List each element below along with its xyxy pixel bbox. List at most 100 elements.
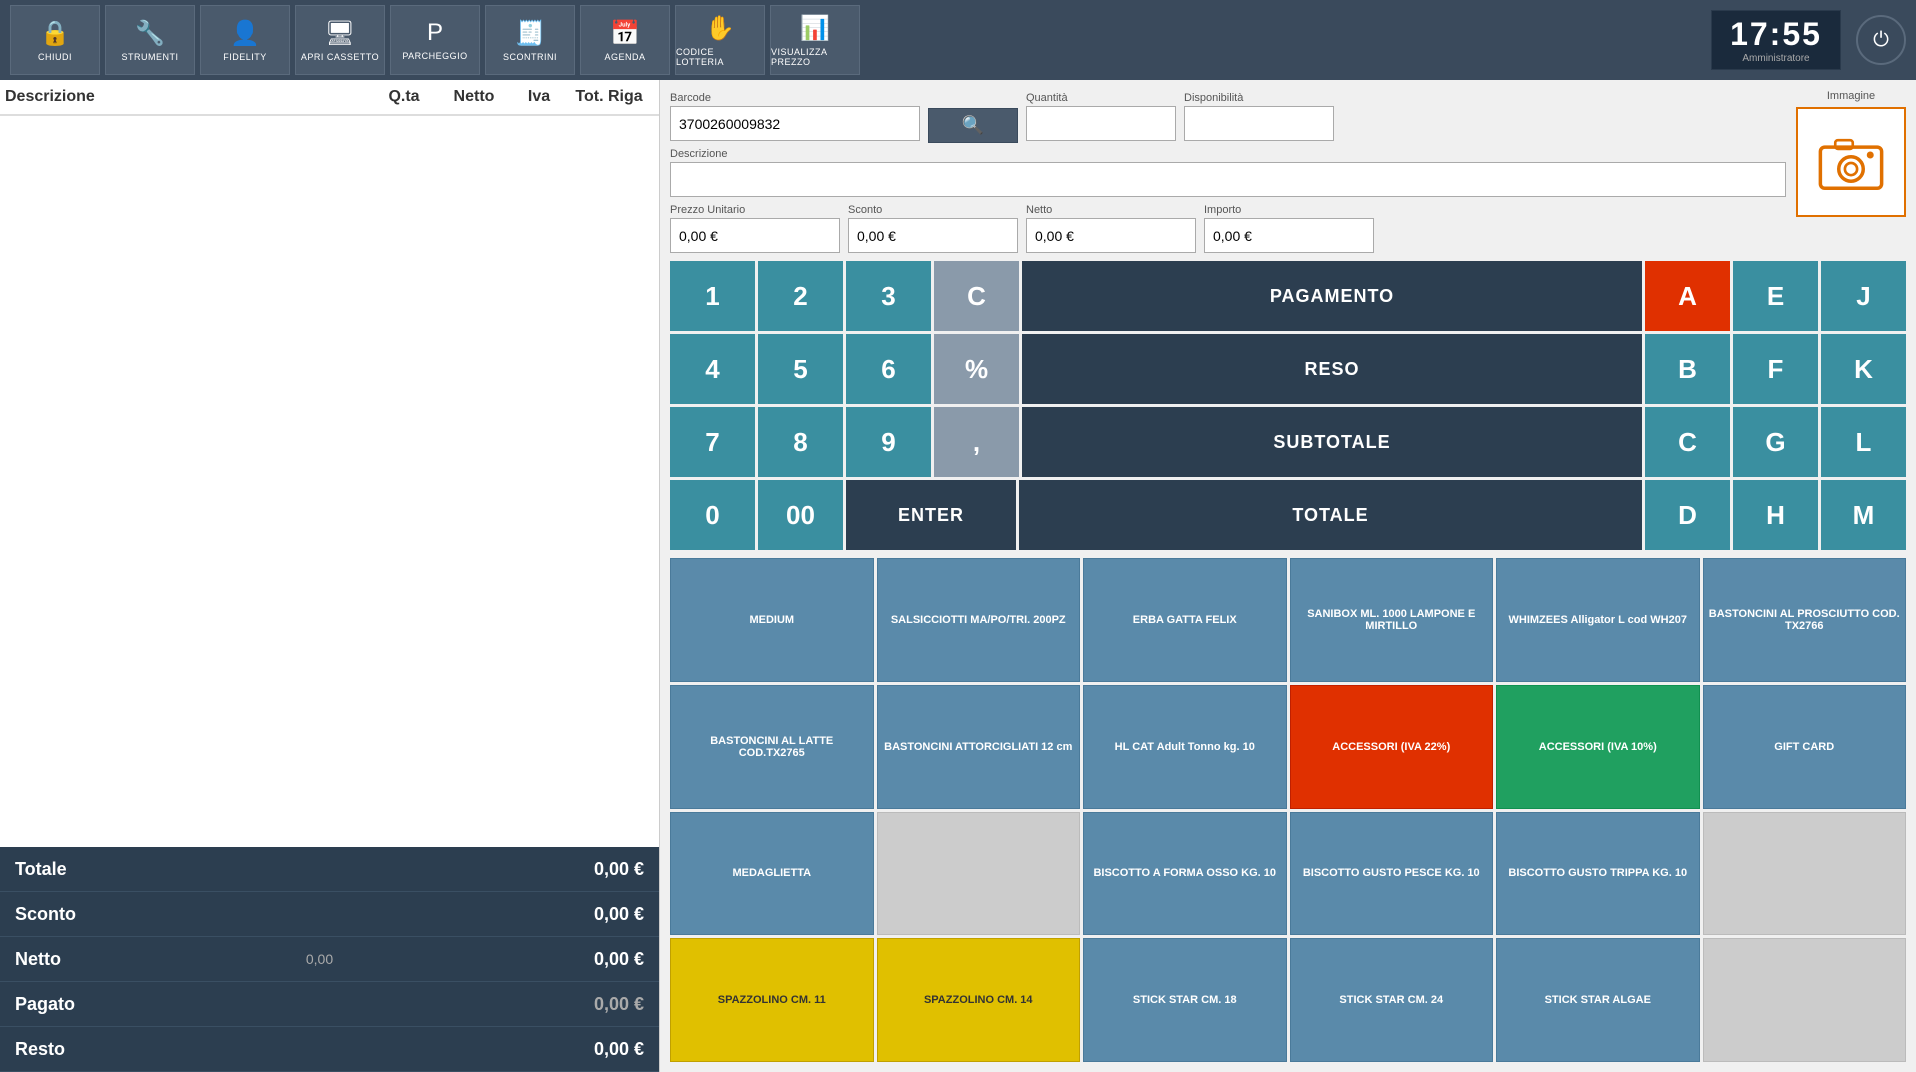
toolbar-btn-strumenti[interactable]: 🔧STRUMENTI <box>105 5 195 75</box>
key-totale[interactable]: TOTALE <box>1019 480 1642 550</box>
camera-area[interactable] <box>1796 107 1906 217</box>
key-f[interactable]: F <box>1733 334 1818 404</box>
chiudi-label: CHIUDI <box>38 52 72 62</box>
key-2[interactable]: 2 <box>758 261 843 331</box>
product-btn-11[interactable]: GIFT CARD <box>1703 685 1907 809</box>
key-h[interactable]: H <box>1733 480 1818 550</box>
sconto-input[interactable] <box>848 218 1018 253</box>
key-j[interactable]: J <box>1821 261 1906 331</box>
total-label-4: Resto <box>15 1039 115 1060</box>
product-btn-2[interactable]: ERBA GATTA FELIX <box>1083 558 1287 682</box>
disp-input[interactable] <box>1184 106 1334 141</box>
total-value-3: 0,00 € <box>524 994 644 1015</box>
desc-input[interactable] <box>670 162 1786 197</box>
keypad-area: 1 2 3 C PAGAMENTO A E J 4 5 6 % RESO B F… <box>670 261 1906 550</box>
key-3[interactable]: 3 <box>846 261 931 331</box>
toolbar-btn-visualizza-prezzo[interactable]: 📊 VISUALIZZA PREZZO <box>770 5 860 75</box>
key-00[interactable]: 00 <box>758 480 843 550</box>
toolbar-btn-chiudi[interactable]: 🔒CHIUDI <box>10 5 100 75</box>
product-btn-17 <box>1703 812 1907 936</box>
product-btn-6[interactable]: BASTONCINI AL LATTE COD.TX2765 <box>670 685 874 809</box>
product-btn-12[interactable]: MEDAGLIETTA <box>670 812 874 936</box>
key-0[interactable]: 0 <box>670 480 755 550</box>
prezzo-label: Prezzo Unitario <box>670 204 840 216</box>
product-btn-10[interactable]: ACCESSORI (IVA 10%) <box>1496 685 1700 809</box>
netto-input[interactable] <box>1026 218 1196 253</box>
product-btn-0[interactable]: MEDIUM <box>670 558 874 682</box>
key-6[interactable]: 6 <box>846 334 931 404</box>
key-4[interactable]: 4 <box>670 334 755 404</box>
key-c2[interactable]: C <box>1645 407 1730 477</box>
parcheggio-icon: P <box>427 19 443 47</box>
key-percent[interactable]: % <box>934 334 1019 404</box>
immagine-label: Immagine <box>1827 90 1875 102</box>
key-k[interactable]: K <box>1821 334 1906 404</box>
totals-section: Totale 0,00 € Sconto 0,00 € Netto 0,00 0… <box>0 847 659 1072</box>
total-value-0: 0,00 € <box>524 859 644 880</box>
toolbar-btn-codice-lotteria[interactable]: ✋CODICE LOTTERIA <box>675 5 765 75</box>
key-g[interactable]: G <box>1733 407 1818 477</box>
key-l[interactable]: L <box>1821 407 1906 477</box>
barcode-row1: Barcode 🔍 Quantità Disponibilità <box>670 90 1786 143</box>
keypad-row4: 0 00 ENTER TOTALE D H M <box>670 480 1906 550</box>
key-7[interactable]: 7 <box>670 407 755 477</box>
product-btn-15[interactable]: BISCOTTO GUSTO PESCE KG. 10 <box>1290 812 1494 936</box>
key-comma[interactable]: , <box>934 407 1019 477</box>
total-row-resto: Resto 0,00 € <box>0 1027 659 1072</box>
right-panel: Barcode 🔍 Quantità Disponibilità Descriz… <box>660 80 1916 1072</box>
key-a[interactable]: A <box>1645 261 1730 331</box>
fidelity-icon: 👤 <box>230 19 260 48</box>
products-grid: MEDIUMSALSICCIOTTI MA/PO/TRI. 200PZERBA … <box>670 558 1906 1062</box>
table-body <box>0 116 659 847</box>
table-header: Descrizione Q.ta Netto Iva Tot. Riga <box>0 80 659 116</box>
barcode-scan-button[interactable]: 🔍 <box>928 108 1018 143</box>
codice-lotteria-icon: ✋ <box>705 14 735 43</box>
product-btn-14[interactable]: BISCOTTO A FORMA OSSO KG. 10 <box>1083 812 1287 936</box>
product-btn-20[interactable]: STICK STAR CM. 18 <box>1083 938 1287 1062</box>
key-c[interactable]: C <box>934 261 1019 331</box>
prezzo-input[interactable] <box>670 218 840 253</box>
product-btn-3[interactable]: SANIBOX ML. 1000 LAMPONE E MIRTILLO <box>1290 558 1494 682</box>
key-d[interactable]: D <box>1645 480 1730 550</box>
product-btn-4[interactable]: WHIMZEES Alligator L cod WH207 <box>1496 558 1700 682</box>
product-btn-19[interactable]: SPAZZOLINO CM. 14 <box>877 938 1081 1062</box>
key-b[interactable]: B <box>1645 334 1730 404</box>
key-8[interactable]: 8 <box>758 407 843 477</box>
visualizza-prezzo-icon: 📊 <box>800 14 830 43</box>
product-btn-7[interactable]: BASTONCINI ATTORCIGLIATI 12 cm <box>877 685 1081 809</box>
qty-input[interactable] <box>1026 106 1176 141</box>
toolbar-btn-parcheggio[interactable]: PPARCHEGGIO <box>390 5 480 75</box>
product-btn-21[interactable]: STICK STAR CM. 24 <box>1290 938 1494 1062</box>
total-row-sconto: Sconto 0,00 € <box>0 892 659 937</box>
key-e[interactable]: E <box>1733 261 1818 331</box>
toolbar-btn-agenda[interactable]: 📅AGENDA <box>580 5 670 75</box>
scontrini-icon: 🧾 <box>515 19 545 48</box>
key-reso[interactable]: RESO <box>1022 334 1642 404</box>
key-9[interactable]: 9 <box>846 407 931 477</box>
toolbar-btn-apri-cassetto[interactable]: 🖥APRI CASSETTO <box>295 5 385 75</box>
key-5[interactable]: 5 <box>758 334 843 404</box>
product-btn-9[interactable]: ACCESSORI (IVA 22%) <box>1290 685 1494 809</box>
total-label-0: Totale <box>15 859 115 880</box>
barcode-input[interactable] <box>670 106 920 141</box>
product-btn-22[interactable]: STICK STAR ALGAE <box>1496 938 1700 1062</box>
toolbar-btn-scontrini[interactable]: 🧾SCONTRINI <box>485 5 575 75</box>
product-btn-5[interactable]: BASTONCINI AL PROSCIUTTO COD. TX2766 <box>1703 558 1907 682</box>
total-middle-2: 0,00 <box>115 951 524 967</box>
visualizza-prezzo-label: VISUALIZZA PREZZO <box>771 47 859 67</box>
key-m[interactable]: M <box>1821 480 1906 550</box>
barcode-label: Barcode <box>670 92 920 104</box>
toolbar-btn-fidelity[interactable]: 👤FIDELITY <box>200 5 290 75</box>
key-enter[interactable]: ENTER <box>846 480 1016 550</box>
key-pagamento[interactable]: PAGAMENTO <box>1022 261 1642 331</box>
importo-input[interactable] <box>1204 218 1374 253</box>
qty-label: Quantità <box>1026 92 1176 104</box>
product-btn-1[interactable]: SALSICCIOTTI MA/PO/TRI. 200PZ <box>877 558 1081 682</box>
power-button[interactable]: ⏻ <box>1856 15 1906 65</box>
product-btn-16[interactable]: BISCOTTO GUSTO TRIPPA KG. 10 <box>1496 812 1700 936</box>
key-1[interactable]: 1 <box>670 261 755 331</box>
total-value-2: 0,00 € <box>524 949 644 970</box>
product-btn-18[interactable]: SPAZZOLINO CM. 11 <box>670 938 874 1062</box>
key-subtotale[interactable]: SUBTOTALE <box>1022 407 1642 477</box>
product-btn-8[interactable]: HL CAT Adult Tonno kg. 10 <box>1083 685 1287 809</box>
